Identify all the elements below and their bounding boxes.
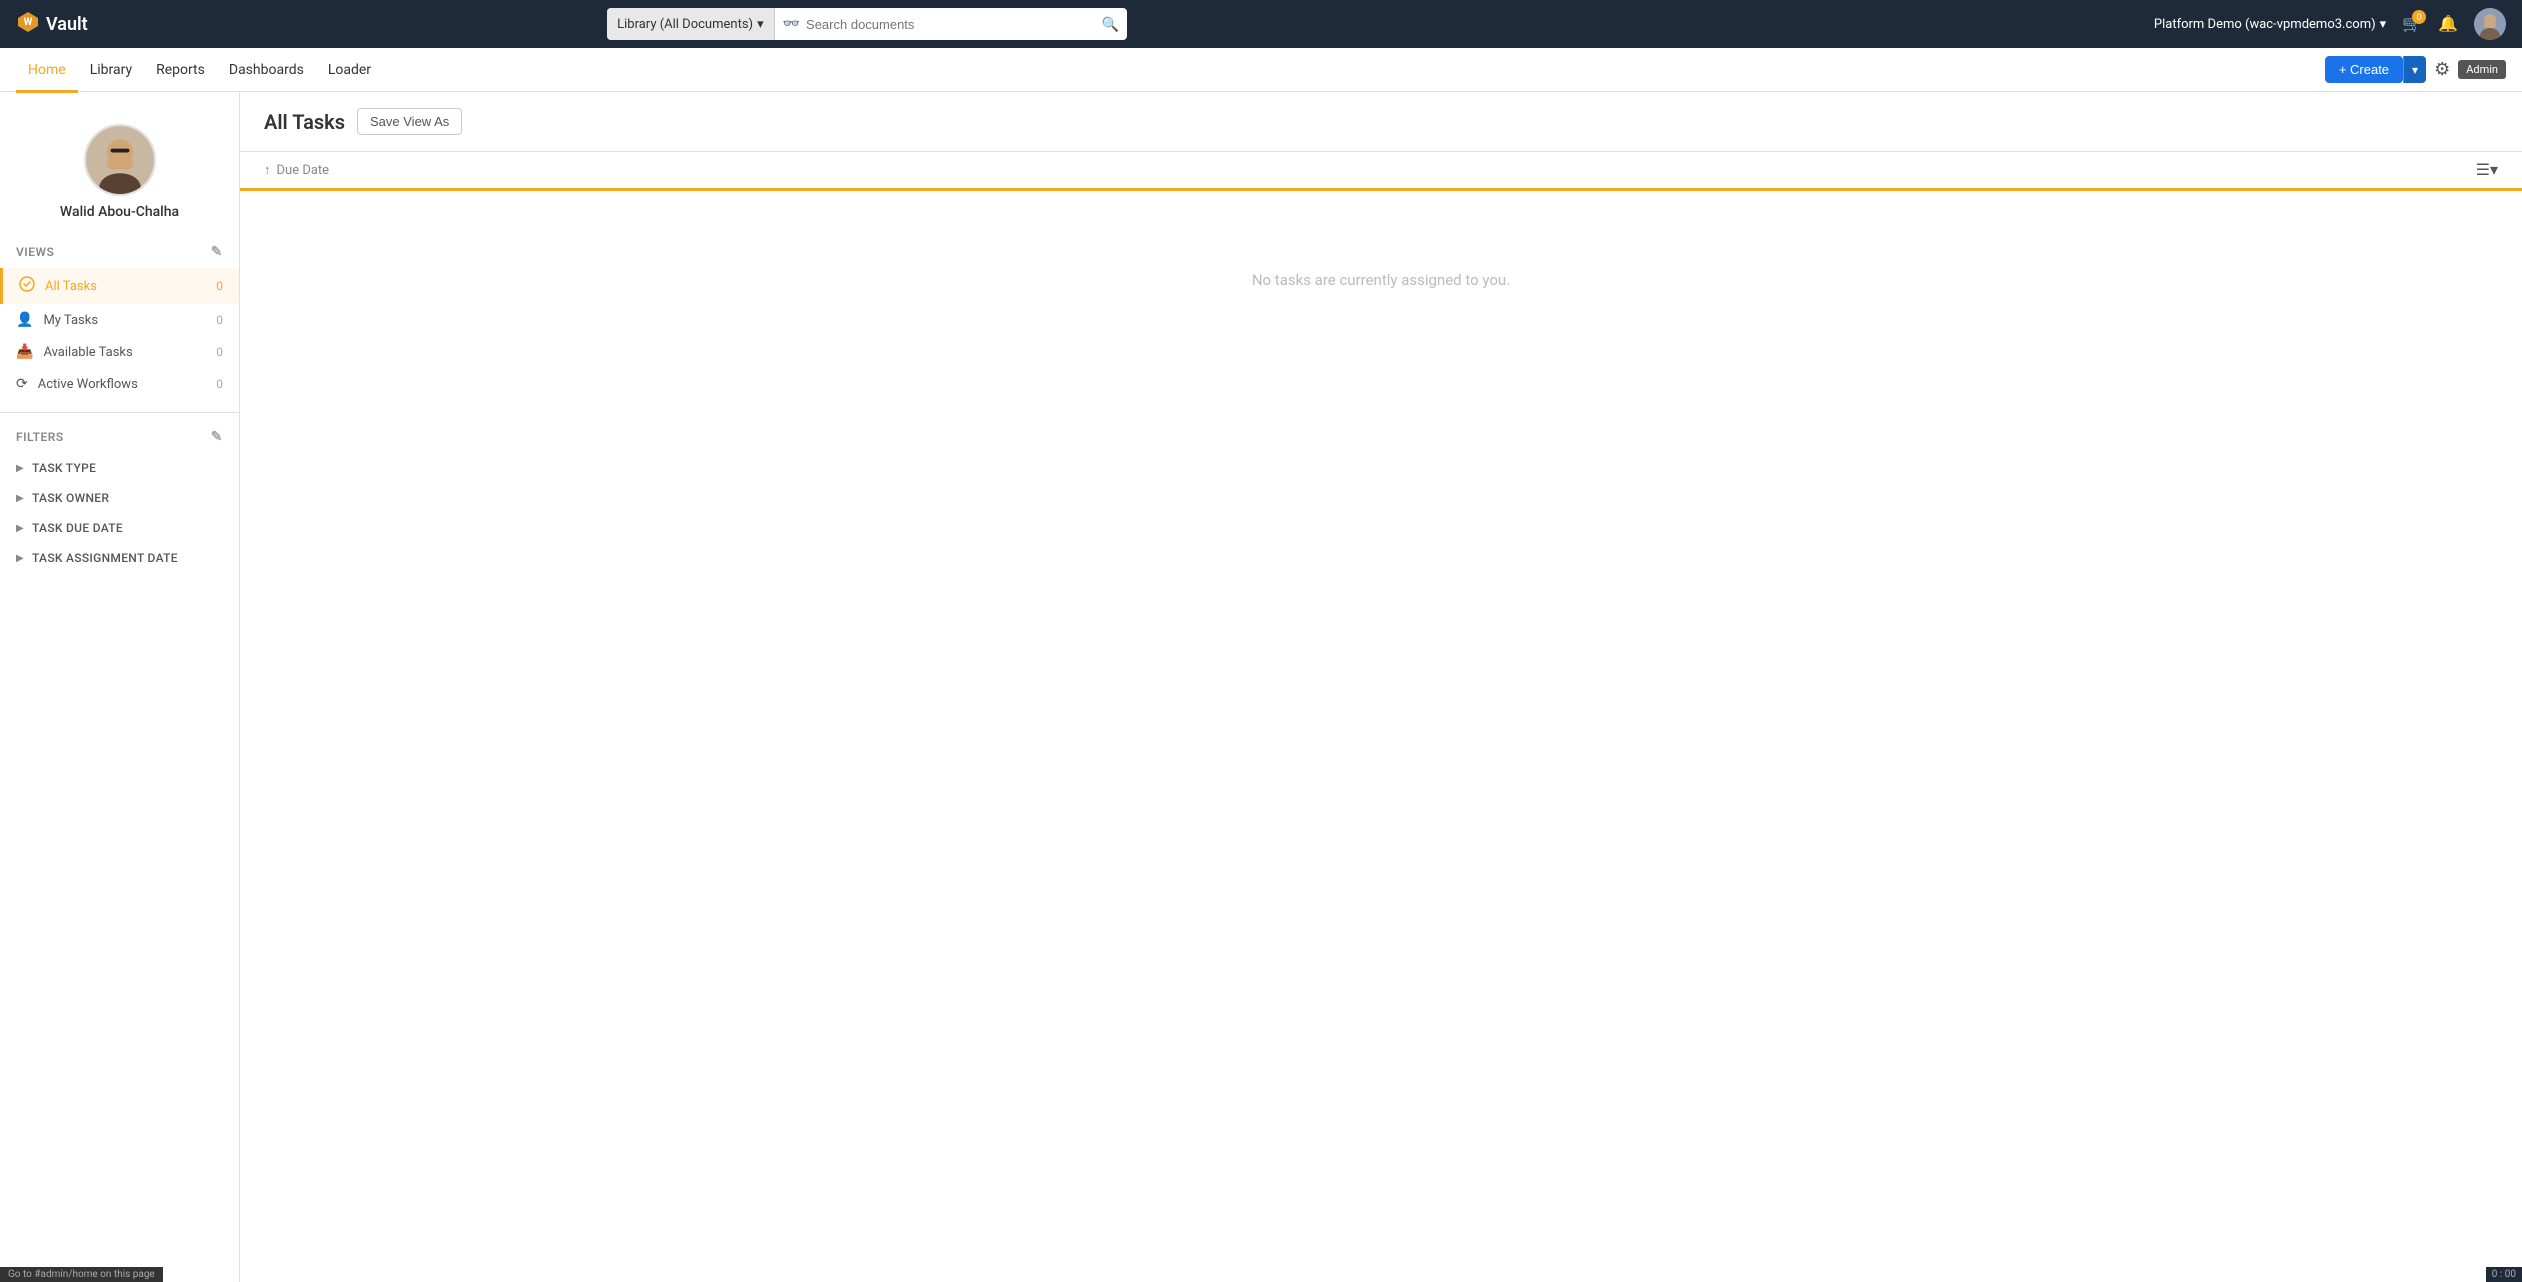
filter-task-due-date[interactable]: ▶ TASK DUE DATE: [0, 513, 239, 543]
filter-task-owner[interactable]: ▶ TASK OWNER: [0, 483, 239, 513]
sort-due-date[interactable]: ↑ Due Date: [264, 162, 329, 178]
navbar: W Vault Library (All Documents) ▾ 👓 🔍 Pl…: [0, 0, 2522, 48]
available-tasks-label: Available Tasks: [43, 345, 206, 360]
task-owner-chevron: ▶: [16, 493, 24, 504]
version-badge: 0 : 00: [2486, 1267, 2522, 1282]
platform-selector[interactable]: Platform Demo (wac-vpmdemo3.com) ▾: [2154, 17, 2386, 32]
all-tasks-count: 0: [216, 279, 223, 293]
filter-task-assignment-date[interactable]: ▶ TASK ASSIGNMENT DATE: [0, 543, 239, 573]
content-area: All Tasks Save View As ↑ Due Date ☰▾ No …: [240, 92, 2522, 1282]
platform-label: Platform Demo (wac-vpmdemo3.com): [2154, 17, 2376, 32]
tab-dashboards[interactable]: Dashboards: [217, 49, 316, 93]
tabs-right: + Create ▾ ⚙ Admin: [2325, 56, 2506, 83]
create-button[interactable]: + Create: [2325, 56, 2403, 83]
svg-text:W: W: [24, 17, 33, 28]
task-assignment-date-chevron: ▶: [16, 553, 24, 564]
sidebar-item-available-tasks[interactable]: 📥 Available Tasks 0: [0, 336, 239, 368]
views-section-header: VIEWS ✎: [0, 236, 239, 268]
tab-library[interactable]: Library: [78, 49, 144, 93]
user-avatar[interactable]: [2474, 8, 2506, 40]
sidebar-item-all-tasks[interactable]: All Tasks 0: [0, 268, 239, 304]
sidebar-profile: Walid Abou-Chalha: [0, 108, 239, 236]
settings-button[interactable]: ⚙: [2434, 59, 2450, 80]
task-assignment-date-label: TASK ASSIGNMENT DATE: [32, 551, 178, 565]
sort-bar: ↑ Due Date ☰▾: [240, 152, 2522, 191]
task-type-chevron: ▶: [16, 463, 24, 474]
sidebar: Walid Abou-Chalha VIEWS ✎ All Tasks 0 👤: [0, 92, 240, 1282]
tabs-bar: Home Library Reports Dashboards Loader +…: [0, 48, 2522, 92]
filters-section: FILTERS ✎ ▶ TASK TYPE ▶ TASK OWNER ▶ TAS…: [0, 417, 239, 577]
task-type-label: TASK TYPE: [32, 461, 96, 475]
tab-home[interactable]: Home: [16, 49, 78, 93]
cart-button[interactable]: 🛒 0: [2402, 14, 2422, 34]
sort-arrow-icon: ↑: [264, 162, 271, 178]
filter-task-type[interactable]: ▶ TASK TYPE: [0, 453, 239, 483]
available-tasks-count: 0: [216, 345, 223, 359]
empty-state: No tasks are currently assigned to you.: [240, 191, 2522, 369]
task-due-date-chevron: ▶: [16, 523, 24, 534]
available-tasks-icon: 📥: [16, 344, 33, 360]
navbar-right: Platform Demo (wac-vpmdemo3.com) ▾ 🛒 0 🔔: [2154, 8, 2506, 40]
active-workflows-icon: ⟳: [16, 376, 28, 392]
search-bar: Library (All Documents) ▾ 👓 🔍: [607, 8, 1127, 40]
create-btn-wrap: + Create ▾: [2325, 56, 2426, 83]
page-title: All Tasks: [264, 110, 345, 134]
library-label: Library (All Documents): [617, 17, 753, 32]
admin-badge: Admin: [2458, 60, 2506, 79]
create-dropdown-button[interactable]: ▾: [2403, 56, 2426, 83]
view-toggle-button[interactable]: ☰▾: [2476, 160, 2498, 180]
sidebar-item-my-tasks[interactable]: 👤 My Tasks 0: [0, 304, 239, 336]
views-section: VIEWS ✎ All Tasks 0 👤 My Tasks 0: [0, 236, 239, 408]
tab-reports[interactable]: Reports: [144, 49, 217, 93]
notification-button[interactable]: 🔔: [2438, 14, 2458, 34]
views-label: VIEWS: [16, 245, 54, 259]
views-edit-icon[interactable]: ✎: [211, 244, 223, 260]
glasses-icon: 👓: [783, 16, 800, 32]
profile-avatar: [84, 124, 156, 196]
content-header: All Tasks Save View As: [240, 92, 2522, 152]
cart-badge: 0: [2412, 10, 2426, 24]
all-tasks-label: All Tasks: [45, 279, 206, 294]
empty-message: No tasks are currently assigned to you.: [1252, 271, 1510, 289]
platform-dropdown-icon: ▾: [2380, 17, 2387, 32]
brand-logo[interactable]: W Vault: [16, 10, 88, 39]
save-view-button[interactable]: Save View As: [357, 108, 462, 135]
brand-name: Vault: [46, 14, 88, 35]
vault-icon: W: [16, 10, 40, 39]
tab-loader[interactable]: Loader: [316, 49, 383, 93]
my-tasks-count: 0: [216, 313, 223, 327]
admin-link[interactable]: Go to #admin/home on this page: [8, 1269, 155, 1280]
sort-label-text: Due Date: [277, 163, 330, 178]
sidebar-divider: [0, 412, 239, 413]
filters-edit-icon[interactable]: ✎: [211, 429, 223, 445]
main-layout: Walid Abou-Chalha VIEWS ✎ All Tasks 0 👤: [0, 92, 2522, 1282]
library-selector[interactable]: Library (All Documents) ▾: [607, 8, 774, 40]
filters-section-header: FILTERS ✎: [0, 421, 239, 453]
search-button[interactable]: 🔍: [1102, 16, 1119, 33]
sidebar-item-active-workflows[interactable]: ⟳ Active Workflows 0: [0, 368, 239, 400]
search-input[interactable]: [806, 17, 1096, 32]
all-tasks-icon: [19, 276, 35, 296]
active-workflows-label: Active Workflows: [38, 377, 207, 392]
task-due-date-label: TASK DUE DATE: [32, 521, 123, 535]
profile-name: Walid Abou-Chalha: [60, 204, 179, 220]
search-input-wrap: 👓 🔍: [775, 16, 1128, 33]
library-dropdown-icon: ▾: [757, 17, 764, 32]
filters-label: FILTERS: [16, 430, 64, 444]
task-owner-label: TASK OWNER: [32, 491, 109, 505]
my-tasks-icon: 👤: [16, 312, 33, 328]
my-tasks-label: My Tasks: [43, 313, 206, 328]
status-bar: Go to #admin/home on this page: [0, 1267, 163, 1282]
active-workflows-count: 0: [216, 377, 223, 391]
